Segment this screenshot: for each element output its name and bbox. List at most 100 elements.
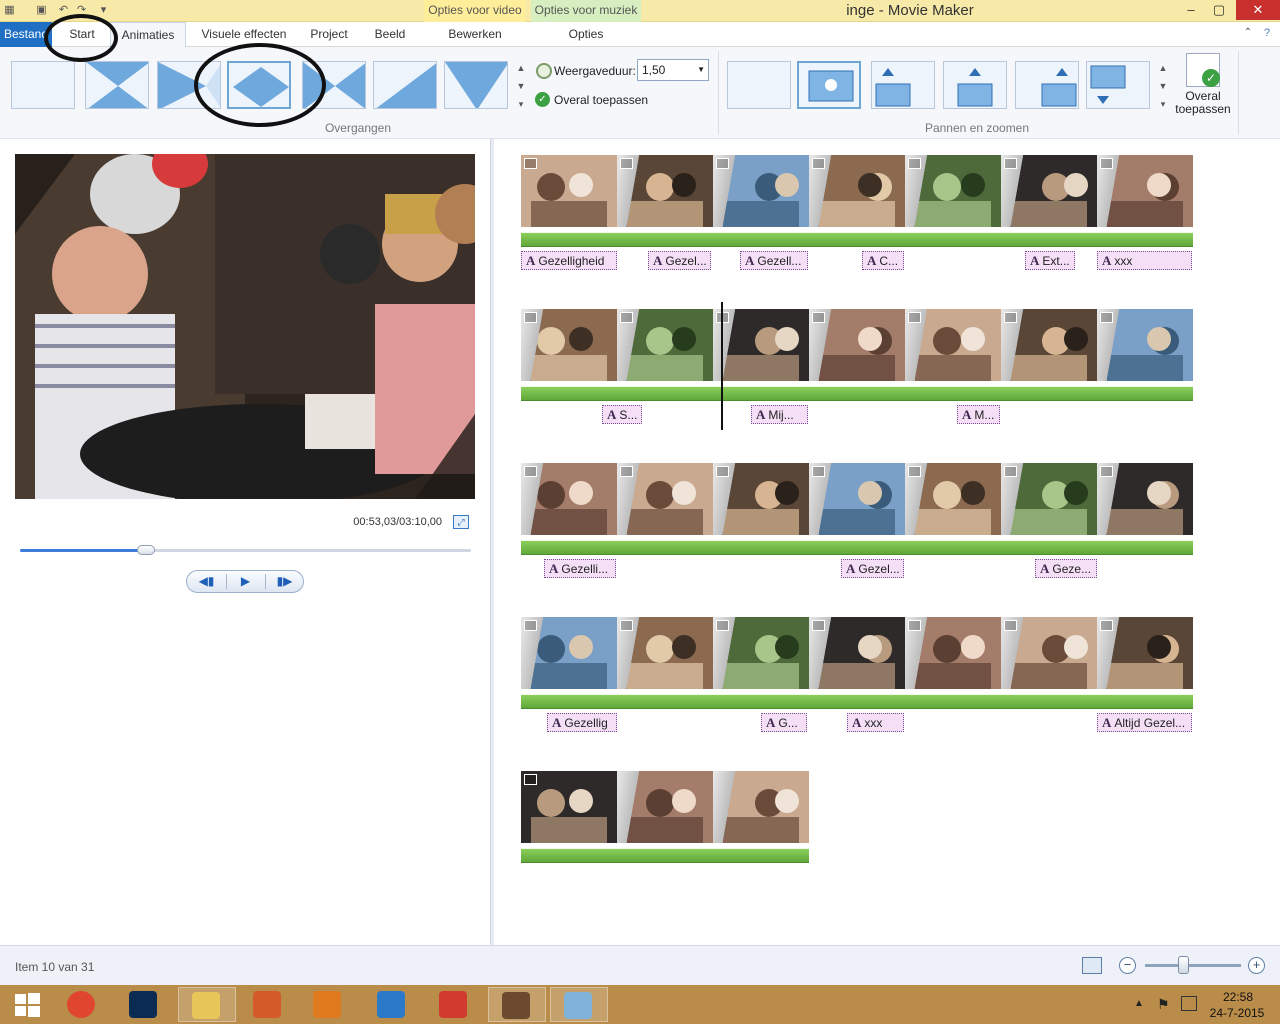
taskbar-windows-start-icon[interactable]	[0, 987, 48, 1022]
caption-item[interactable]: Axxx	[847, 713, 904, 732]
pan-down-left-icon[interactable]	[1086, 61, 1150, 109]
caption-item[interactable]: A Gezel...	[841, 559, 904, 578]
storyboard-clip[interactable]	[521, 617, 617, 689]
storyboard-clip[interactable]	[809, 617, 905, 689]
storyboard-clip[interactable]	[713, 617, 809, 689]
storyboard-clip[interactable]	[617, 155, 713, 227]
apply-all-icon[interactable]: ✓	[535, 92, 550, 107]
caption-item[interactable]: A Ext...	[1025, 251, 1075, 270]
taskbar-file-explorer-icon[interactable]	[178, 987, 236, 1022]
v-wipe-transition-icon[interactable]	[444, 61, 508, 109]
storyboard-clip[interactable]	[713, 463, 809, 535]
tab-edit[interactable]: Bewerken	[424, 22, 526, 47]
caption-item[interactable]: A Gezel...	[648, 251, 711, 270]
no-pan-zoom-icon[interactable]	[727, 61, 791, 109]
storyboard-clip[interactable]	[521, 463, 617, 535]
apply-all-transitions-button[interactable]: Overal toepassen	[554, 93, 648, 107]
zoom-in-icon[interactable]: +	[1248, 957, 1265, 974]
customize-toolbar-icon[interactable]: ▾	[96, 3, 111, 18]
pan-up-icon[interactable]	[943, 61, 1007, 109]
storyboard-clip[interactable]	[521, 155, 617, 227]
tab-view[interactable]: Beeld	[364, 22, 416, 47]
taskbar-gallery-icon[interactable]	[240, 987, 298, 1022]
storyboard-clip[interactable]	[713, 771, 809, 843]
caption-item[interactable]: A S...	[602, 405, 642, 424]
taskbar-movie-maker-icon[interactable]	[488, 987, 546, 1022]
pan-up-right-icon[interactable]	[1015, 61, 1079, 109]
minimize-button[interactable]: –	[1180, 0, 1202, 20]
caption-item[interactable]: A Gezell...	[740, 251, 808, 270]
storyboard-clip[interactable]	[1001, 155, 1097, 227]
storyboard-clip[interactable]	[617, 309, 713, 381]
duration-select[interactable]: 1,50 ▼	[637, 59, 709, 81]
close-button[interactable]: ✕	[1236, 0, 1280, 20]
storyboard-clip[interactable]	[1001, 617, 1097, 689]
taskbar-app-grid-icon[interactable]	[426, 987, 484, 1022]
fullscreen-icon[interactable]: ⤢	[453, 515, 469, 529]
caption-item[interactable]: A C...	[862, 251, 904, 270]
storyboard-clip[interactable]	[617, 463, 713, 535]
caption-item[interactable]: A G...	[761, 713, 807, 732]
storyboard-clip[interactable]	[905, 617, 1001, 689]
seek-bar[interactable]	[20, 549, 471, 552]
diagonal-wipe-transition-icon[interactable]	[373, 61, 437, 109]
play-button[interactable]: ▶	[226, 571, 265, 592]
caption-item[interactable]: A M...	[957, 405, 1000, 424]
gallery-expand-icon[interactable]: ▾	[515, 95, 527, 113]
collapse-ribbon-icon[interactable]: ⌃	[1240, 26, 1256, 42]
cross-diamond-transition-icon[interactable]	[85, 61, 149, 109]
storyboard-clip[interactable]	[521, 309, 617, 381]
tab-project[interactable]: Project	[300, 22, 358, 47]
storyboard-clip[interactable]	[905, 309, 1001, 381]
storyboard-clip[interactable]	[1097, 155, 1193, 227]
storyboard-clip[interactable]	[1001, 463, 1097, 535]
storyboard-clip[interactable]	[905, 155, 1001, 227]
clock-date[interactable]: 24-7-2015	[1202, 1006, 1272, 1020]
show-hidden-icons-icon[interactable]: ▲	[1134, 998, 1144, 1009]
taskbar-photoshop-icon[interactable]	[116, 987, 174, 1022]
pan-gallery-expand-icon[interactable]: ▾	[1157, 95, 1169, 113]
save-icon[interactable]: ▣	[34, 3, 49, 18]
caption-item[interactable]: Axxx	[1097, 251, 1192, 270]
storyboard-clip[interactable]	[1001, 309, 1097, 381]
music-track[interactable]	[521, 535, 1193, 555]
playhead[interactable]	[721, 302, 723, 430]
pan-gallery-scroll-up-icon[interactable]: ▲	[1157, 59, 1169, 77]
music-track[interactable]	[521, 227, 1193, 247]
seek-thumb[interactable]	[137, 545, 156, 555]
music-track[interactable]	[521, 689, 1193, 709]
caption-item[interactable]: A Gezelligheid	[521, 251, 617, 270]
previous-frame-button[interactable]: ◀▮	[187, 571, 226, 592]
caption-item[interactable]: A Gezellig	[547, 713, 617, 732]
storyboard-clip[interactable]	[1097, 309, 1193, 381]
maximize-button[interactable]: ▢	[1208, 0, 1230, 20]
tab-animations[interactable]: Animaties	[110, 22, 186, 48]
storyboard-clip[interactable]	[809, 463, 905, 535]
music-track[interactable]	[521, 843, 809, 863]
storyboard-clip[interactable]	[905, 463, 1001, 535]
music-track[interactable]	[521, 381, 1193, 401]
caption-item[interactable]: A Gezelli...	[544, 559, 616, 578]
taskbar-video-player-icon[interactable]	[300, 987, 358, 1022]
preview-monitor[interactable]	[15, 154, 475, 499]
storyboard-clip[interactable]	[713, 309, 809, 381]
storyboard-clip[interactable]	[809, 309, 905, 381]
taskbar-chrome-icon[interactable]	[54, 987, 112, 1022]
storyboard-clip[interactable]	[617, 771, 713, 843]
pan-gallery-scroll-down-icon[interactable]: ▼	[1157, 77, 1169, 95]
storyboard-clip[interactable]	[713, 155, 809, 227]
tab-options[interactable]: Opties	[531, 22, 641, 47]
zoom-slider[interactable]	[1145, 964, 1241, 967]
storyboard-clip[interactable]	[521, 771, 617, 843]
gallery-scroll-down-icon[interactable]: ▼	[515, 77, 527, 95]
automatic-pan-zoom-icon[interactable]	[797, 61, 861, 109]
caption-item[interactable]: A Geze...	[1035, 559, 1097, 578]
next-frame-button[interactable]: ▮▶	[265, 571, 304, 592]
storyboard-clip[interactable]	[1097, 463, 1193, 535]
storyboard-clip[interactable]	[809, 155, 905, 227]
movie-maker-app-icon[interactable]: ▦	[2, 3, 17, 18]
network-icon[interactable]	[1181, 996, 1197, 1011]
action-center-flag-icon[interactable]: ⚑	[1157, 996, 1170, 1013]
caption-item[interactable]: A Altijd Gezel...	[1097, 713, 1192, 732]
storyboard-clip[interactable]	[617, 617, 713, 689]
